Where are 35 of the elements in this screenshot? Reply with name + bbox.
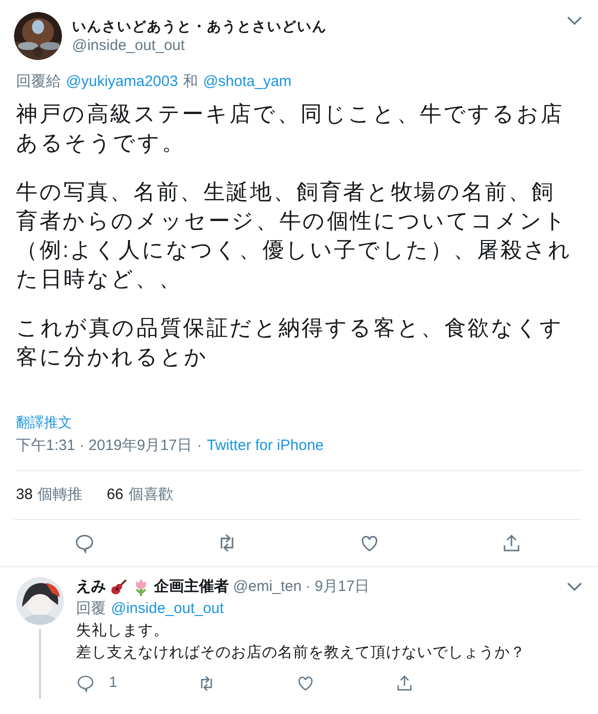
chevron-icon[interactable] <box>567 16 582 26</box>
stat-label[interactable]: 個轉推 <box>38 485 83 505</box>
mention-link[interactable]: @yukiyama2003 <box>66 72 178 92</box>
reply-text: 差し支えなければそのお店の名前を教えて頂けないでしょうか？ <box>76 643 526 663</box>
stat-count[interactable]: 66 <box>106 485 124 505</box>
mention-link[interactable]: @inside_out_out <box>111 599 224 619</box>
stat-count[interactable]: 38 <box>16 485 33 505</box>
separator-dot: · <box>196 436 202 456</box>
reply-label: 回覆 <box>76 599 106 619</box>
reply-text: 失礼します。 <box>76 621 170 641</box>
display-name[interactable]: いんさいどあうと・あうとさいどいん <box>72 16 567 36</box>
chevron-icon[interactable] <box>567 582 582 592</box>
display-name[interactable]: えみ <box>76 577 106 597</box>
reply-count: 1 <box>109 673 118 693</box>
source-link[interactable]: Twitter for iPhone <box>206 436 324 456</box>
thread-line <box>39 629 41 699</box>
tweet-text: これが真の品質保証だと納得する客と、食欲なくす客に分かれるとか <box>16 315 565 371</box>
timestamp[interactable]: 下午1:31 · 2019年9月17日 <box>16 436 192 456</box>
guitar-icon <box>110 578 128 596</box>
separator-dot: · <box>306 577 311 597</box>
tweet-text: 牛の写真、名前、生誕地、飼育者と牧場の名前、飼育者からのメッセージ、牛の個性についてコメント（例:よく人になつく、優しい子でした）、屠殺された日時など、、 <box>16 179 574 293</box>
stat-label[interactable]: 個喜歡 <box>128 485 174 505</box>
joiner-text: 和 <box>182 72 198 92</box>
share-icon[interactable] <box>395 674 414 692</box>
user-handle[interactable]: @inside_out_out <box>72 36 567 56</box>
translate-link[interactable]: 翻譯推文 <box>16 412 582 432</box>
timestamp[interactable]: 9月17日 <box>314 577 370 597</box>
tweet-text: 神戸の高級ステーキ店で、同じこと、牛でするお店あるそうです。 <box>16 101 565 157</box>
reply-icon[interactable] <box>76 674 95 692</box>
user-handle[interactable]: @emi_ten <box>233 577 302 597</box>
reply-label: 回覆給 <box>16 72 61 92</box>
like-icon[interactable] <box>296 674 316 692</box>
display-name[interactable]: 企画主催者 <box>154 577 229 597</box>
mention-link[interactable]: @shota_yam <box>202 72 292 92</box>
reply-icon[interactable] <box>74 532 96 554</box>
